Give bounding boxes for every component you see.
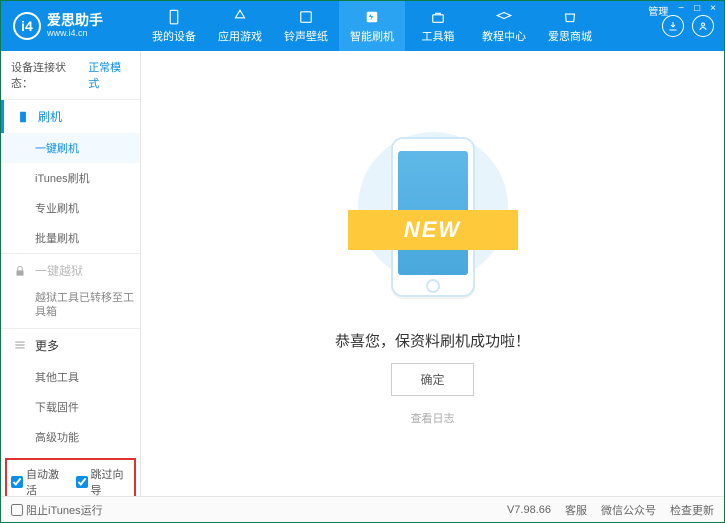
sidebar: 设备连接状态： 正常模式 刷机 一键刷机 iTunes刷机 专业刷机 批量刷机: [1, 51, 141, 496]
version-label: V7.98.66: [507, 504, 551, 516]
footer-bar: 阻止iTunes运行 V7.98.66 客服 微信公众号 检查更新: [1, 496, 724, 522]
nav-label: 爱思商城: [548, 28, 592, 44]
new-banner: NEW: [348, 210, 518, 250]
app-body: 设备连接状态： 正常模式 刷机 一键刷机 iTunes刷机 专业刷机 批量刷机: [1, 51, 724, 496]
footer-right: V7.98.66 客服 微信公众号 检查更新: [507, 502, 714, 518]
side-header-label: 刷机: [38, 108, 62, 125]
apps-icon: [231, 8, 249, 26]
maximize-button[interactable]: □: [692, 3, 702, 18]
checkbox-input[interactable]: [76, 476, 88, 488]
close-button[interactable]: ×: [708, 3, 718, 18]
phone-icon: [16, 110, 30, 124]
nav-my-device[interactable]: 我的设备: [141, 1, 207, 51]
sidebar-item-batch[interactable]: 批量刷机: [35, 223, 140, 253]
success-illustration: NEW: [358, 122, 508, 312]
menu-icon: [13, 338, 27, 352]
wechat-link[interactable]: 微信公众号: [601, 502, 656, 518]
checkbox-label: 阻止iTunes运行: [26, 502, 103, 518]
sidebar-item-othertools[interactable]: 其他工具: [35, 362, 140, 392]
checkbox-area: 自动激活 跳过向导: [5, 458, 136, 496]
jailbreak-note: 越狱工具已转移至工具箱: [1, 287, 140, 328]
manage-button[interactable]: 管理: [646, 3, 670, 18]
download-button[interactable]: [662, 15, 684, 37]
nav-label: 我的设备: [152, 28, 196, 44]
view-log-link[interactable]: 查看日志: [411, 410, 455, 426]
user-button[interactable]: [692, 15, 714, 37]
checkbox-input[interactable]: [11, 504, 23, 516]
confirm-button[interactable]: 确定: [391, 363, 473, 396]
nav-label: 铃声壁纸: [284, 28, 328, 44]
checkbox-auto-activate[interactable]: 自动激活: [11, 466, 66, 496]
side-header-label: 一键越狱: [35, 262, 83, 279]
store-icon: [561, 8, 579, 26]
footer-left: 阻止iTunes运行: [11, 502, 103, 518]
side-group-flash: 刷机 一键刷机 iTunes刷机 专业刷机 批量刷机: [1, 99, 140, 253]
nav-label: 工具箱: [422, 28, 455, 44]
sidebar-item-download-firmware[interactable]: 下载固件: [35, 392, 140, 422]
side-header-flash[interactable]: 刷机: [1, 100, 140, 133]
app-url: www.i4.cn: [47, 29, 103, 39]
nav-toolbox[interactable]: 工具箱: [405, 1, 471, 51]
nav-ringtones[interactable]: 铃声壁纸: [273, 1, 339, 51]
minimize-button[interactable]: −: [676, 3, 686, 18]
main-content: NEW 恭喜您，保资料刷机成功啦！ 确定 查看日志: [141, 51, 724, 496]
nav-label: 教程中心: [482, 28, 526, 44]
main-nav: 我的设备 应用游戏 铃声壁纸 智能刷机 工具箱 教程中心: [141, 1, 662, 51]
graduation-icon: [495, 8, 513, 26]
nav-store[interactable]: 爱思商城: [537, 1, 603, 51]
success-message: 恭喜您，保资料刷机成功啦！: [335, 330, 530, 351]
customer-service-link[interactable]: 客服: [565, 502, 587, 518]
checkbox-skip-guide[interactable]: 跳过向导: [76, 466, 131, 496]
checkbox-block-itunes[interactable]: 阻止iTunes运行: [11, 502, 103, 518]
wallpaper-icon: [297, 8, 315, 26]
nav-tutorials[interactable]: 教程中心: [471, 1, 537, 51]
toolbox-icon: [429, 8, 447, 26]
side-group-more: 更多 其他工具 下载固件 高级功能: [1, 328, 140, 452]
check-update-link[interactable]: 检查更新: [670, 502, 714, 518]
nav-label: 智能刷机: [350, 28, 394, 44]
lock-icon: [13, 264, 27, 278]
connection-status: 设备连接状态： 正常模式: [1, 51, 140, 99]
side-header-more[interactable]: 更多: [1, 329, 140, 362]
checkbox-label: 自动激活: [26, 466, 66, 496]
sidebar-item-oneclick[interactable]: 一键刷机: [1, 133, 140, 163]
sidebar-item-advanced[interactable]: 高级功能: [35, 422, 140, 452]
nav-flash[interactable]: 智能刷机: [339, 1, 405, 51]
nav-label: 应用游戏: [218, 28, 262, 44]
flash-icon: [363, 8, 381, 26]
app-title: 爱思助手: [47, 13, 103, 28]
side-header-jailbreak[interactable]: 一键越狱: [1, 254, 140, 287]
phone-icon: [165, 8, 183, 26]
nav-apps[interactable]: 应用游戏: [207, 1, 273, 51]
sidebar-item-pro[interactable]: 专业刷机: [35, 193, 140, 223]
app-header: 管理 − □ × i4 爱思助手 www.i4.cn 我的设备 应用游戏 铃声壁: [1, 1, 724, 51]
side-header-label: 更多: [35, 337, 59, 354]
logo-area[interactable]: i4 爱思助手 www.i4.cn: [1, 1, 141, 51]
sidebar-item-itunes[interactable]: iTunes刷机: [35, 163, 140, 193]
conn-mode: 正常模式: [88, 59, 130, 91]
logo-icon: i4: [13, 12, 41, 40]
checkbox-label: 跳过向导: [91, 466, 131, 496]
window-controls: 管理 − □ ×: [646, 3, 718, 18]
conn-label: 设备连接状态：: [11, 59, 84, 91]
side-group-jailbreak: 一键越狱 越狱工具已转移至工具箱: [1, 253, 140, 328]
checkbox-input[interactable]: [11, 476, 23, 488]
